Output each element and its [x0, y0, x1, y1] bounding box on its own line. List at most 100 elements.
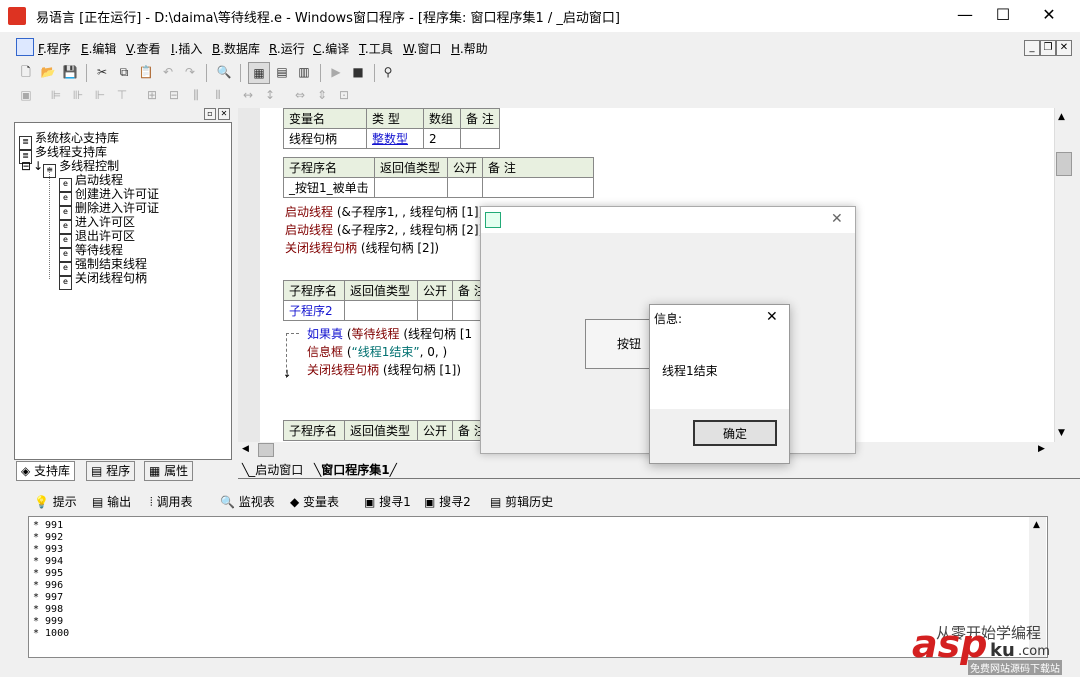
code-line-close[interactable]: 关闭线程句柄 (线程句柄 [1]) [307, 361, 461, 378]
menu-database[interactable]: B.数据库 [212, 40, 260, 57]
align-grid-icon[interactable]: ▣ [16, 85, 36, 105]
tree-item-start-thread[interactable]: e 启动线程 [59, 173, 123, 192]
editor-vertical-scrollbar[interactable]: ▲ ▼ [1054, 108, 1072, 442]
save-icon[interactable]: 💾 [60, 62, 80, 82]
scroll-down-icon[interactable]: ▼ [1058, 428, 1065, 438]
tree-item-core-lib[interactable]: ≣ 系统核心支持库 [19, 131, 119, 150]
open-folder-icon[interactable]: 📂 [38, 62, 58, 82]
collapse-icon[interactable]: ⊟ [21, 159, 31, 173]
redo-icon[interactable]: ↷ [180, 62, 200, 82]
copy-icon[interactable]: ⧉ [114, 62, 134, 82]
public-cell[interactable] [446, 177, 484, 198]
menu-window[interactable]: W.窗口 [403, 40, 441, 57]
new-file-icon[interactable]: 🗋 [16, 62, 36, 82]
scroll-thumb[interactable] [258, 443, 274, 457]
center-h-icon[interactable]: ⊞ [142, 85, 162, 105]
tab-search-2[interactable]: ▣ 搜寻2 [424, 492, 471, 512]
var-remark-cell[interactable] [460, 128, 500, 149]
scroll-up-icon[interactable]: ▲ [1033, 520, 1040, 530]
tab-variable-table[interactable]: ◆ 变量表 [290, 492, 339, 512]
code-line-if[interactable]: 如果真 (等待线程 (线程句柄 [1 [307, 325, 472, 342]
menu-insert[interactable]: I.插入 [171, 40, 202, 57]
scroll-left-icon[interactable]: ◀ [242, 444, 249, 454]
find-icon[interactable]: 🔍 [214, 62, 234, 82]
stop-icon[interactable]: ■ [348, 62, 368, 82]
space-v-icon[interactable]: ⫴ [208, 85, 228, 105]
code-line-msgbox[interactable]: 信息框 (“线程1结束”, 0, ) [307, 343, 447, 360]
remark-cell[interactable] [482, 177, 595, 198]
code-line[interactable]: 启动线程 (&子程序2, , 线程句柄 [2]) [285, 221, 483, 238]
code-line[interactable]: 关闭线程句柄 (线程句柄 [2]) [285, 239, 439, 256]
align-left-icon[interactable]: ⊫ [46, 85, 66, 105]
layout-3-icon[interactable]: ▥ [294, 62, 314, 82]
paste-icon[interactable]: 📋 [136, 62, 156, 82]
scroll-up-icon[interactable]: ▲ [1058, 112, 1065, 122]
panel-close-button[interactable]: ✕ [218, 108, 230, 120]
tab-search-1[interactable]: ▣ 搜寻1 [364, 492, 411, 512]
form-close-button[interactable]: ✕ [831, 211, 843, 227]
mdi-minimize-button[interactable]: _ [1024, 40, 1040, 56]
tree-item-close-handle[interactable]: e 关闭线程句柄 [59, 271, 147, 290]
menu-edit[interactable]: E.编辑 [81, 40, 116, 57]
close-button[interactable]: ✕ [1026, 0, 1072, 32]
tree-item-exit-area[interactable]: e 退出许可区 [59, 229, 135, 248]
tree-item-delete-license[interactable]: e 删除进入许可证 [59, 201, 159, 220]
menu-run[interactable]: R.运行 [269, 40, 305, 57]
same-width-icon[interactable]: ↔ [238, 85, 258, 105]
menu-tools[interactable]: T.工具 [359, 40, 393, 57]
tree-item-kill-thread[interactable]: e 强制结束线程 [59, 257, 147, 276]
tab-output[interactable]: ▤ 输出 [92, 492, 131, 512]
tree-item-create-license[interactable]: e 创建进入许可证 [59, 187, 159, 206]
doc-tab-start-window[interactable]: ╲_启动窗口 [242, 462, 303, 478]
align-right-icon[interactable]: ⊩ [90, 85, 110, 105]
scroll-right-icon[interactable]: ▶ [1038, 444, 1045, 454]
var-array-cell[interactable]: 2 [423, 128, 461, 149]
binoculars-icon[interactable]: ⚲ [378, 62, 398, 82]
same-height-icon[interactable]: ↕ [260, 85, 280, 105]
tab-clip-history[interactable]: ▤ 剪辑历史 [490, 492, 553, 512]
layout-1-icon[interactable]: ▦ [248, 62, 270, 84]
align-top-icon[interactable]: ⊤ [112, 85, 132, 105]
return-type-cell[interactable] [344, 300, 418, 321]
tab-library[interactable]: ◈ 支持库 [16, 461, 76, 481]
run-icon[interactable]: ▶ [326, 62, 346, 82]
message-box-close-button[interactable]: ✕ [766, 309, 778, 325]
sub-name-cell[interactable]: 子程序2 [283, 300, 345, 321]
tree-item-wait-thread[interactable]: e 等待线程 [59, 243, 123, 262]
menu-compile[interactable]: C.编译 [313, 40, 349, 57]
cut-icon[interactable]: ✂ [92, 62, 112, 82]
layout-2-icon[interactable]: ▤ [272, 62, 292, 82]
ok-button[interactable]: 确定 [693, 420, 777, 446]
fit-v-icon[interactable]: ⇕ [312, 85, 332, 105]
tree-item-thread-lib[interactable]: ≣ 多线程支持库 [19, 145, 107, 164]
center-v-icon[interactable]: ⊟ [164, 85, 184, 105]
scroll-thumb[interactable] [1056, 152, 1072, 176]
mdi-restore-button[interactable]: ❐ [1040, 40, 1056, 56]
fit-all-icon[interactable]: ⊡ [334, 85, 354, 105]
tree-item-thread-control[interactable]: ⊟ ↓ ≡ 多线程控制 [21, 159, 119, 178]
mdi-close-button[interactable]: ✕ [1056, 40, 1072, 56]
code-line[interactable]: 启动线程 (&子程序1, , 线程句柄 [1]) [285, 203, 483, 220]
maximize-button[interactable]: ☐ [980, 0, 1026, 32]
return-type-cell[interactable] [374, 177, 448, 198]
var-type-cell[interactable]: 整数型 [366, 128, 424, 149]
panel-pin-button[interactable]: ▫ [204, 108, 216, 120]
same-size-icon[interactable]: ⇔ [290, 85, 310, 105]
public-cell[interactable] [416, 300, 454, 321]
var-name-cell[interactable]: 线程句柄 [283, 128, 367, 149]
tab-watch-table[interactable]: 🔍 监视表 [220, 492, 275, 512]
tab-hint[interactable]: 💡 提示 [34, 492, 77, 512]
undo-icon[interactable]: ↶ [158, 62, 178, 82]
space-h-icon[interactable]: ⫼ [186, 85, 206, 105]
document-icon[interactable] [16, 38, 34, 56]
menu-program[interactable]: F.程序 [38, 40, 71, 57]
doc-tab-program-set[interactable]: ╲窗口程序集1╱ [314, 462, 397, 478]
tab-program[interactable]: ▤ 程序 [86, 461, 136, 481]
output-panel[interactable]: * 991 * 992 * 993 * 994 * 995 * 996 * 99… [28, 516, 1048, 658]
sub-name-cell[interactable]: _按钮1_被单击 [283, 177, 375, 198]
menu-help[interactable]: H.帮助 [451, 40, 488, 57]
menu-view[interactable]: V.查看 [126, 40, 161, 57]
align-center-icon[interactable]: ⊪ [68, 85, 88, 105]
tree-item-enter-area[interactable]: e 进入许可区 [59, 215, 135, 234]
tab-properties[interactable]: ▦ 属性 [144, 461, 194, 481]
